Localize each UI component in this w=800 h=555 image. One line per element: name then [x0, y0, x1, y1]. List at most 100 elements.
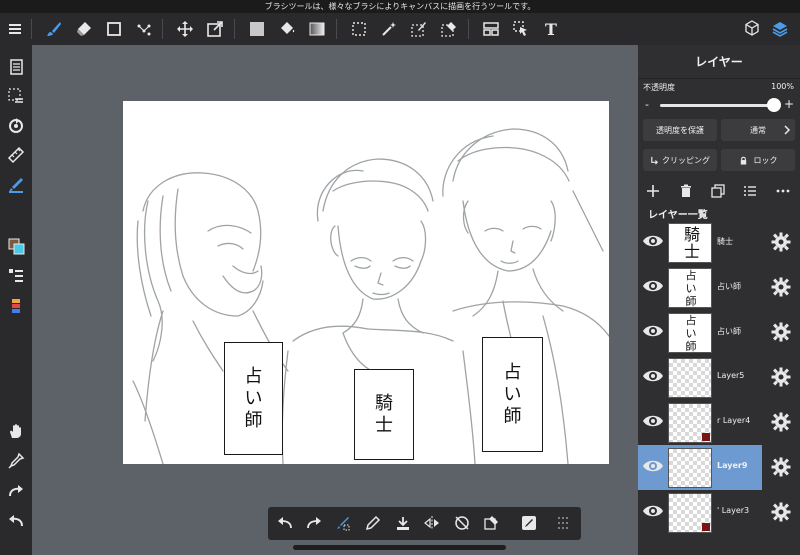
- rotate-icon[interactable]: [4, 114, 28, 138]
- gear-icon[interactable]: [770, 231, 792, 253]
- palette-icon[interactable]: [4, 294, 28, 318]
- gear-icon[interactable]: [770, 276, 792, 298]
- eye-icon[interactable]: [642, 412, 664, 430]
- transform-brush-icon[interactable]: [332, 512, 354, 534]
- protect-alpha-button[interactable]: 透明度を保護: [643, 119, 717, 141]
- more-options-icon[interactable]: [774, 182, 792, 200]
- materials-icon[interactable]: [740, 17, 764, 41]
- opacity-label: 不透明度: [643, 83, 675, 92]
- color-swatch-icon[interactable]: [4, 234, 28, 258]
- layer-row[interactable]: Layer5: [638, 355, 800, 400]
- eye-icon[interactable]: [642, 502, 664, 520]
- toolbar-divider: [468, 19, 469, 39]
- eyedropper-icon[interactable]: [4, 449, 28, 473]
- select-dots-icon[interactable]: [132, 17, 156, 41]
- layer-order-icon[interactable]: [4, 264, 28, 288]
- undo-icon[interactable]: [4, 509, 28, 533]
- clipping-button[interactable]: クリッピング: [643, 149, 717, 171]
- add-layer-icon[interactable]: [644, 182, 662, 200]
- opacity-slider-knob[interactable]: [767, 98, 781, 112]
- layer-name: 占い師: [717, 282, 741, 291]
- opacity-increase-button[interactable]: +: [784, 97, 794, 111]
- lock-icon: [740, 156, 746, 165]
- select-pen-icon[interactable]: [407, 17, 431, 41]
- opacity-value: 100%: [771, 82, 794, 91]
- layer-name: Layer9: [717, 461, 748, 470]
- layer-list-icon[interactable]: [741, 182, 759, 200]
- trash-icon[interactable]: [677, 182, 695, 200]
- layer-actions: [638, 180, 800, 202]
- gear-icon[interactable]: [770, 366, 792, 388]
- selection-list-icon[interactable]: [4, 84, 28, 108]
- flip-icon[interactable]: [421, 512, 443, 534]
- clear-icon[interactable]: [480, 512, 502, 534]
- layer-row-selected[interactable]: Layer9: [638, 445, 762, 490]
- rectangle-icon[interactable]: [102, 17, 126, 41]
- transform-icon[interactable]: [203, 17, 227, 41]
- thumbnail-text: 占い師: [685, 314, 697, 353]
- move-icon[interactable]: [173, 17, 197, 41]
- rotate-off-icon[interactable]: [451, 512, 473, 534]
- pen-icon[interactable]: [362, 512, 384, 534]
- left-toolbar: [0, 45, 32, 555]
- lock-label: ロック: [753, 155, 778, 165]
- layers-icon[interactable]: [768, 17, 792, 41]
- bucket-icon[interactable]: [275, 17, 299, 41]
- redo-icon[interactable]: [4, 479, 28, 503]
- pointer-icon[interactable]: [509, 17, 533, 41]
- layer-row[interactable]: ' Layer3: [638, 490, 800, 535]
- layer-row[interactable]: 占い師 占い師: [638, 265, 800, 310]
- gear-icon[interactable]: [770, 411, 792, 433]
- ruler-icon[interactable]: [4, 143, 28, 167]
- redo-icon[interactable]: [303, 512, 325, 534]
- speech-bubble-knight: 騎 士: [354, 369, 414, 460]
- brush-color-icon[interactable]: [4, 173, 28, 197]
- clipping-arrow-icon: [651, 156, 659, 165]
- layer-row[interactable]: 占い師 占い師: [638, 310, 800, 355]
- gradient-icon[interactable]: [305, 17, 329, 41]
- fill-color-icon[interactable]: [245, 17, 269, 41]
- layer-list-header: レイヤー一覧: [648, 210, 708, 221]
- layer-name: 騎士: [717, 237, 733, 246]
- thumbnail-text: 占い師: [685, 269, 697, 308]
- duplicate-layer-icon[interactable]: [709, 182, 727, 200]
- layer-name: ' Layer3: [717, 506, 750, 515]
- gear-icon[interactable]: [770, 456, 792, 478]
- brush-icon[interactable]: [42, 17, 66, 41]
- save-icon[interactable]: [392, 512, 414, 534]
- eraser-icon[interactable]: [72, 17, 96, 41]
- bubble-char: 師: [503, 405, 522, 427]
- eye-icon[interactable]: [642, 232, 664, 250]
- opacity-decrease-button[interactable]: -: [645, 98, 649, 111]
- undo-icon[interactable]: [274, 512, 296, 534]
- magic-wand-icon[interactable]: [377, 17, 401, 41]
- edit-icon[interactable]: [518, 512, 540, 534]
- selection-icon[interactable]: [347, 17, 371, 41]
- layer-name: Layer5: [717, 371, 745, 380]
- eye-icon[interactable]: [642, 322, 664, 340]
- eye-icon[interactable]: [642, 367, 664, 385]
- grid-icon[interactable]: [552, 512, 574, 534]
- opacity-slider[interactable]: [660, 104, 774, 107]
- drawing-canvas[interactable]: 占 い 師 騎 士 占 い 師: [123, 101, 609, 464]
- bubble-char: い: [244, 387, 263, 409]
- gear-icon[interactable]: [770, 501, 792, 523]
- eye-icon[interactable]: [642, 457, 664, 475]
- panel-layout-icon[interactable]: [479, 17, 503, 41]
- layer-row[interactable]: 騎士 騎士: [638, 220, 800, 265]
- blend-mode-select[interactable]: 通常: [721, 119, 795, 141]
- panel-title: レイヤー: [638, 45, 800, 79]
- layer-name: 占い師: [717, 327, 741, 336]
- eye-icon[interactable]: [642, 277, 664, 295]
- select-eraser-icon[interactable]: [437, 17, 461, 41]
- lock-button[interactable]: ロック: [721, 149, 795, 171]
- bubble-char: 占: [244, 365, 263, 387]
- menu-icon[interactable]: [3, 17, 27, 41]
- gear-icon[interactable]: [770, 321, 792, 343]
- layer-thumbnail: [668, 448, 712, 488]
- thumbnail-text: 騎士: [683, 225, 700, 261]
- text-icon[interactable]: T: [539, 17, 563, 41]
- layer-row[interactable]: r Layer4: [638, 400, 800, 445]
- hand-icon[interactable]: [4, 419, 28, 443]
- pages-icon[interactable]: [4, 55, 28, 79]
